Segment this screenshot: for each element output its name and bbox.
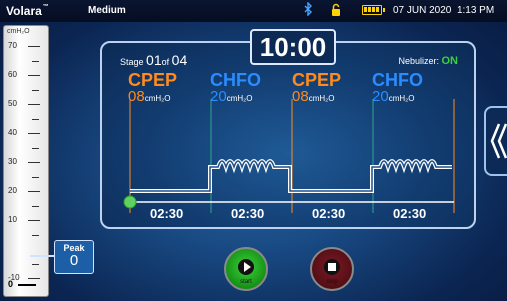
gauge-tick <box>28 191 40 192</box>
therapy-panel: Stage 01of 04 10:00 Nebulizer: ON CPEP 0… <box>100 29 476 229</box>
stop-button[interactable]: stop <box>310 247 354 291</box>
gauge-minor-tick <box>32 118 39 120</box>
gauge-tick-label: 50 <box>8 99 17 108</box>
gauge-unit: cmH₂O <box>7 28 30 35</box>
phase-4-duration: 02:30 <box>393 206 427 221</box>
gauge-tick-label: 60 <box>8 70 17 79</box>
start-button[interactable]: start <box>224 247 268 291</box>
gauge-tick <box>28 162 40 163</box>
bluetooth-icon <box>304 1 313 19</box>
lock-icon <box>331 3 341 17</box>
gauge-minor-tick <box>32 89 39 91</box>
gauge-zero-marker <box>18 284 36 286</box>
gauge-minor-tick <box>32 205 39 207</box>
gauge-tick <box>28 220 40 221</box>
stop-icon <box>324 258 340 275</box>
date-time: 07 JUN 2020 1:13 PM <box>393 5 495 16</box>
gauge-tick <box>28 75 40 76</box>
gauge-tick <box>28 46 40 47</box>
gauge-tick <box>28 278 40 279</box>
gauge-minor-tick <box>32 147 39 149</box>
peak-value: 0 <box>69 252 79 269</box>
gauge-tick-label: 40 <box>8 128 17 137</box>
gauge-tick <box>28 133 40 134</box>
phase-2-duration: 02:30 <box>231 206 265 221</box>
play-icon <box>238 258 254 275</box>
gauge-tick-label: 70 <box>8 41 17 50</box>
gauge-zero-label: 0 <box>8 279 14 289</box>
peak-connector <box>30 255 55 257</box>
pressure-waveform <box>123 99 455 213</box>
brand-logo: Volara™ <box>6 4 49 18</box>
gauge-minor-tick <box>32 60 39 62</box>
double-chevron-left-icon <box>490 123 507 159</box>
collapse-panel-tab[interactable] <box>484 106 507 176</box>
gauge-minor-tick <box>32 263 39 265</box>
status-bar: Volara™ Medium 07 JUN 2020 1:13 PM <box>0 0 507 22</box>
gauge-tick-label: 10 <box>8 215 17 224</box>
gauge-tick-label: 30 <box>8 157 17 166</box>
battery-icon <box>362 5 385 15</box>
gauge-tick-label: 20 <box>8 186 17 195</box>
device-screen: Volara™ Medium 07 JUN 2020 1:13 PM cmH₂O… <box>0 0 507 301</box>
progress-marker <box>123 195 137 209</box>
gauge-tick <box>28 104 40 105</box>
gauge-minor-tick <box>32 234 39 236</box>
peak-indicator: Peak 0 <box>54 240 94 274</box>
gauge-minor-tick <box>32 176 39 178</box>
phase-3-duration: 02:30 <box>312 206 346 221</box>
mode-label: Medium <box>88 5 126 16</box>
phase-1-duration: 02:30 <box>150 206 184 221</box>
